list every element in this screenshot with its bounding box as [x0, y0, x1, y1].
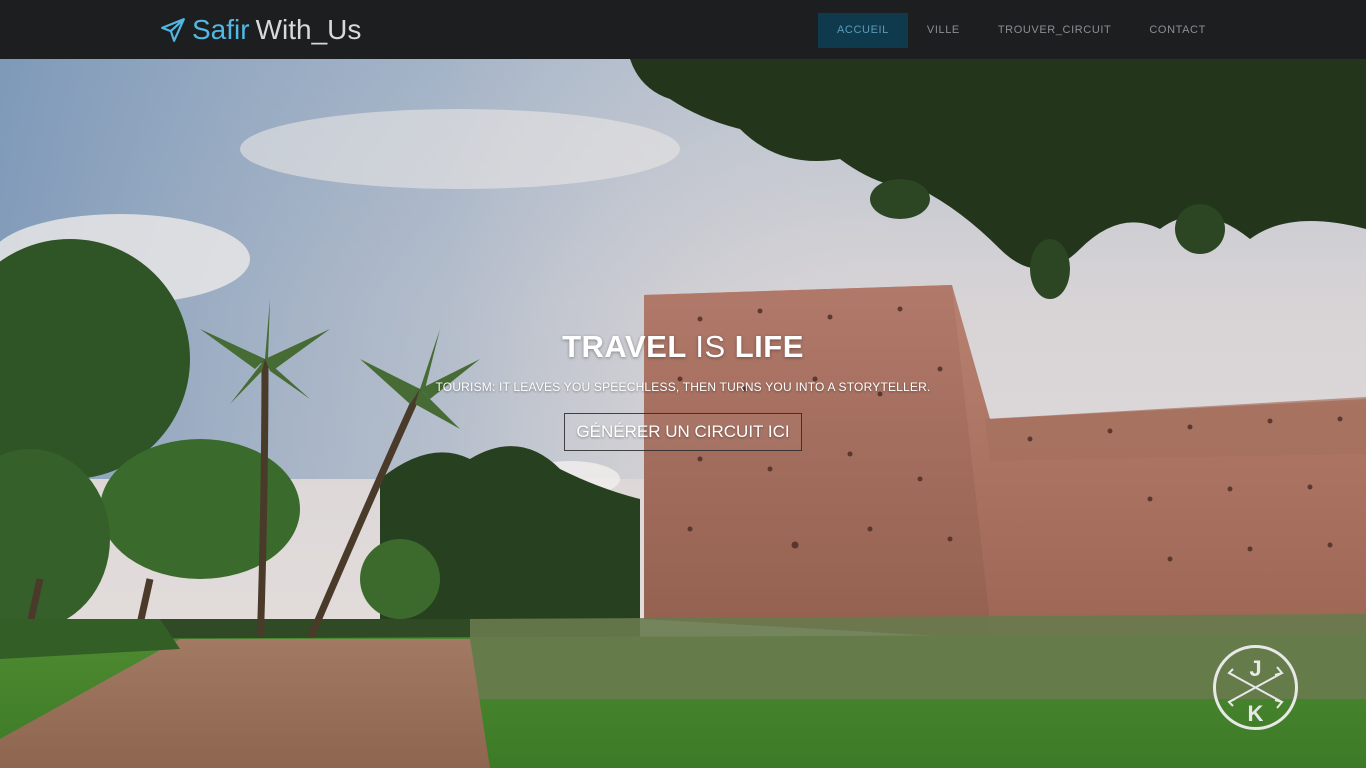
navbar: Safir With_Us ACCUEIL VILLE TROUVER_CIRC… — [0, 0, 1366, 59]
nav-item-trouver-circuit[interactable]: TROUVER_CIRCUIT — [979, 13, 1131, 48]
brand-logo-link[interactable]: Safir With_Us — [160, 12, 361, 48]
hero-title-word-travel: TRAVEL — [562, 329, 687, 364]
watermark-letter-bottom: K — [1248, 701, 1264, 726]
nav-item-contact[interactable]: CONTACT — [1130, 13, 1225, 48]
hero-content: TRAVEL IS LIFE TOURISM: IT LEAVES YOU SP… — [0, 327, 1366, 451]
nav-item-ville[interactable]: VILLE — [908, 13, 979, 48]
brand-name-rest: With_Us — [255, 14, 362, 45]
hero-title-word-is: IS — [695, 329, 726, 364]
nav-item-accueil[interactable]: ACCUEIL — [818, 13, 908, 48]
hero-subtitle: TOURISM: IT LEAVES YOU SPEECHLESS, THEN … — [435, 380, 931, 394]
hero-title: TRAVEL IS LIFE — [0, 327, 1366, 367]
hero-section: TRAVEL IS LIFE TOURISM: IT LEAVES YOU SP… — [0, 59, 1366, 768]
generate-circuit-button[interactable]: GÉNÉRER UN CIRCUIT ICI — [564, 413, 802, 451]
brand-name-accent: Safir — [192, 14, 250, 45]
hero-title-word-life: LIFE — [734, 329, 804, 364]
paper-plane-icon — [161, 18, 185, 42]
jk-watermark-logo: J K — [1213, 645, 1298, 730]
watermark-letter-top: J — [1249, 656, 1261, 681]
main-nav: ACCUEIL VILLE TROUVER_CIRCUIT CONTACT — [818, 13, 1225, 48]
